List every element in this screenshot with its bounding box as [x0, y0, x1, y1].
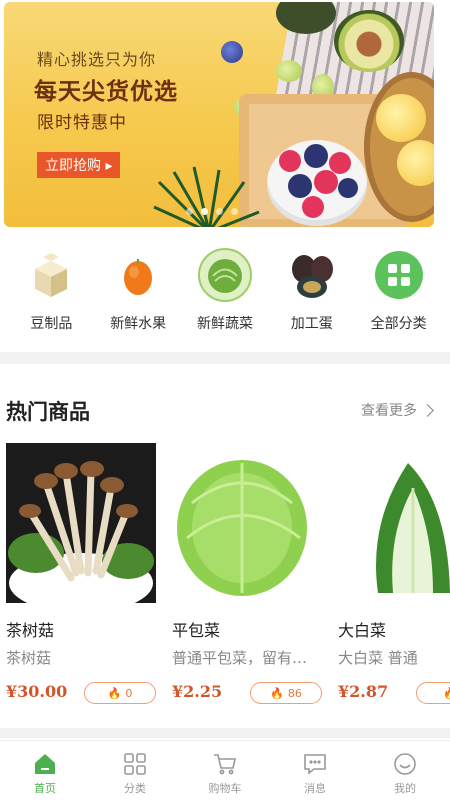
category-label: 加工蛋 [290, 316, 333, 332]
banner-headline: 每天尖货优选 [34, 79, 178, 105]
product-image-napa-cabbage [338, 443, 450, 603]
tab-messages[interactable]: 消息 [280, 741, 350, 800]
banner-line-3: 限时特惠中 [37, 113, 127, 133]
category-vegetable[interactable]: 新鲜蔬菜 [185, 245, 265, 340]
grape-image [276, 60, 302, 82]
flame-icon: 🔥 [107, 686, 122, 700]
flame-icon: 🔥 [270, 686, 284, 700]
product-desc: 普通平包菜，留有… [172, 649, 308, 667]
blueberry-image [304, 144, 328, 168]
product-price: ¥2.25 [172, 682, 223, 701]
message-icon [302, 751, 328, 777]
category-tofu[interactable]: 豆制品 [11, 245, 91, 340]
product-price: ¥2.87 [338, 682, 389, 701]
tab-label: 我的 [394, 782, 416, 795]
preserved-egg-icon [282, 245, 342, 305]
blueberry-image [338, 178, 358, 198]
carousel-dot[interactable] [216, 208, 223, 215]
tab-label: 首页 [34, 782, 56, 795]
category-label: 新鲜蔬菜 [196, 316, 253, 332]
product-price: ¥30.00 [6, 682, 68, 701]
product-image-mushroom [6, 443, 156, 603]
product-card[interactable]: 大白菜 大白菜 普通 ¥2.87 🔥 [338, 443, 450, 704]
view-more-label: 查看更多 [361, 403, 417, 419]
bottom-tab-bar: 首页 分类 购物车 消息 我的 [0, 740, 450, 800]
product-desc: 大白菜 普通 [338, 649, 418, 667]
tab-cart[interactable]: 购物车 [190, 741, 260, 800]
product-card[interactable]: 平包菜 普通平包菜，留有… ¥2.25 🔥 86 [172, 443, 322, 704]
raspberry-image [329, 152, 351, 174]
product-name: 茶树菇 [6, 621, 55, 640]
blueberry-image [221, 41, 243, 63]
product-name: 大白菜 [338, 621, 387, 640]
palm-leaf-image [153, 166, 260, 227]
carousel-dot[interactable] [231, 208, 238, 215]
view-more-link[interactable]: 查看更多 [361, 400, 434, 420]
tab-label: 消息 [304, 782, 326, 795]
raspberry-image [302, 196, 324, 218]
category-egg[interactable]: 加工蛋 [272, 245, 352, 340]
heat-badge: 🔥 [416, 682, 450, 704]
category-label: 新鲜水果 [110, 316, 167, 332]
carousel-dot-active[interactable] [201, 208, 208, 215]
product-name: 平包菜 [172, 621, 221, 640]
raspberry-image [279, 150, 301, 172]
category-label: 全部分类 [370, 316, 427, 332]
raspberry-image [314, 170, 338, 194]
category-label: 豆制品 [30, 316, 73, 332]
cart-icon [212, 751, 238, 777]
tab-category[interactable]: 分类 [100, 741, 170, 800]
promo-banner[interactable]: 精心挑选只为你 每天尖货优选 限时特惠中 立即抢购 ▸ [4, 2, 434, 227]
heat-badge: 🔥 86 [250, 682, 322, 704]
banner-line-1: 精心挑选只为你 [37, 50, 157, 69]
section-divider [0, 352, 450, 364]
home-icon [32, 751, 58, 777]
tofu-icon [21, 245, 81, 305]
section-title: 热门商品 [6, 400, 90, 424]
tab-label: 购物车 [208, 782, 242, 795]
product-card[interactable]: 茶树菇 茶树菇 ¥30.00 🔥 0 [6, 443, 156, 704]
carousel-dots [186, 208, 238, 215]
blueberry-image [288, 174, 312, 198]
chevron-right-icon [421, 403, 434, 417]
avocado-half-image [334, 10, 404, 72]
profile-icon [392, 751, 418, 777]
hot-product-list: 茶树菇 茶树菇 ¥30.00 🔥 0 平包菜 普通平包菜，留有… ¥2.25 🔥… [0, 443, 450, 713]
grid-icon [369, 245, 429, 305]
flame-icon: 🔥 [443, 686, 450, 700]
category-all[interactable]: 全部分类 [359, 245, 439, 340]
buy-now-button[interactable]: 立即抢购 ▸ [37, 152, 121, 178]
section-divider [0, 728, 450, 738]
heat-count: 0 [125, 686, 133, 700]
tab-home[interactable]: 首页 [10, 741, 80, 800]
tab-profile[interactable]: 我的 [370, 741, 440, 800]
carousel-dot[interactable] [186, 208, 193, 215]
product-image-cabbage [172, 443, 322, 603]
peach-image [376, 94, 426, 142]
product-desc: 茶树菇 [6, 649, 52, 667]
category-grid-icon [122, 751, 148, 777]
orange-icon [108, 245, 168, 305]
heat-count: 86 [287, 686, 302, 700]
category-row: 豆制品 新鲜水果 新鲜蔬菜 加工蛋 全部分类 [0, 245, 450, 340]
tab-label: 分类 [124, 782, 146, 795]
cabbage-icon [195, 245, 255, 305]
heat-badge: 🔥 0 [84, 682, 156, 704]
category-fruit[interactable]: 新鲜水果 [98, 245, 178, 340]
